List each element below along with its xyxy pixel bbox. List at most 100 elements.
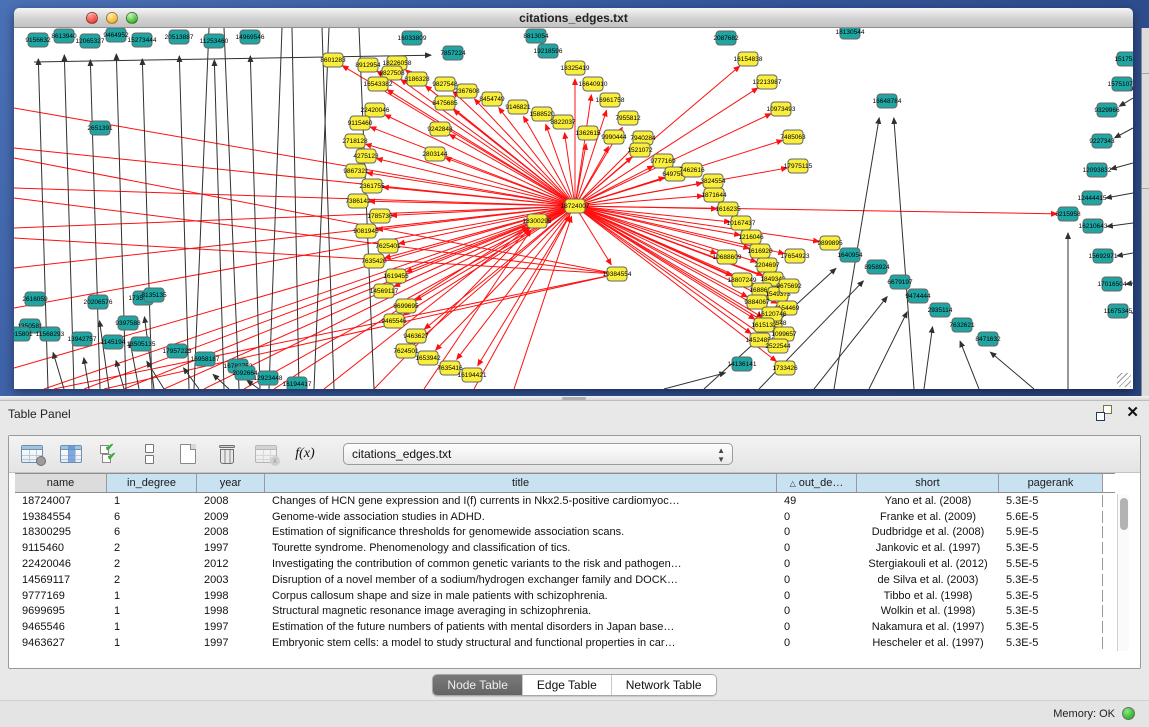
float-panel-icon[interactable] xyxy=(1096,405,1112,421)
table-cell: Tourette syndrome. Phenomenology and cla… xyxy=(265,542,777,554)
table-row[interactable]: 1872400712008Changes of HCN gene express… xyxy=(15,493,1115,509)
citation-edge-black[interactable] xyxy=(1115,128,1133,138)
vertical-scrollbar[interactable] xyxy=(1117,494,1129,651)
citation-edge-black[interactable] xyxy=(250,56,260,389)
citation-edge-black[interactable] xyxy=(1107,223,1133,227)
graph-node-label: 11253460 xyxy=(200,38,229,45)
network-window-titlebar[interactable]: citations_edges.txt xyxy=(14,8,1133,28)
citation-edge-black[interactable] xyxy=(1126,283,1133,284)
graph-node-label: 7955812 xyxy=(615,115,641,122)
citation-network-graph: 9156632861394012065327946495215273444205… xyxy=(14,28,1133,389)
scrollbar-thumb[interactable] xyxy=(1120,498,1128,530)
table-cell: Yano et al. (2008) xyxy=(857,495,999,507)
table-row[interactable]: 2242004622012Investigating the contribut… xyxy=(15,556,1115,572)
table-row[interactable]: 1938455462009Genome-wide association stu… xyxy=(15,509,1115,525)
column-header-out_de[interactable]: △out_de… xyxy=(777,474,857,492)
create-column-button[interactable] xyxy=(175,442,201,466)
row-layout-button[interactable] xyxy=(136,442,162,466)
table-cell: 1 xyxy=(107,605,197,617)
citation-edge-black[interactable] xyxy=(869,312,907,389)
citation-edge-black[interactable] xyxy=(664,373,725,389)
delete-column-button[interactable] xyxy=(214,442,240,466)
citation-edge-black[interactable] xyxy=(184,368,199,389)
graph-node-label: 16120746 xyxy=(758,311,787,318)
citation-edge-black[interactable] xyxy=(224,28,239,389)
tab-edge-table[interactable]: Edge Table xyxy=(523,675,612,695)
table-selector-combo[interactable]: citations_edges.txt ▲▼ xyxy=(343,443,733,465)
citation-edge-red[interactable] xyxy=(575,206,732,276)
tab-node-table[interactable]: Node Table xyxy=(433,675,523,695)
column-header-short[interactable]: short xyxy=(857,474,999,492)
table-row[interactable]: 946362711997Embryonic stem cells: a mode… xyxy=(15,635,1115,651)
citation-edge-red[interactable] xyxy=(575,206,751,334)
graph-node-label: 17957223 xyxy=(163,348,192,355)
citation-edge-black[interactable] xyxy=(1111,163,1133,169)
close-panel-icon[interactable]: ✕ xyxy=(1126,405,1139,421)
column-highlight-icon xyxy=(68,446,75,462)
table-row[interactable]: 1830029562008Estimation of significance … xyxy=(15,525,1115,541)
citation-edge-black[interactable] xyxy=(322,28,334,389)
function-builder-button[interactable]: f(x) xyxy=(292,442,318,466)
graph-node-label: 9777169 xyxy=(650,158,676,165)
window-resize-grip[interactable] xyxy=(1117,373,1131,387)
graph-node-label: 14969546 xyxy=(236,34,265,41)
citation-edge-black[interactable] xyxy=(179,56,189,389)
table-cell: Nakamura et al. (1997) xyxy=(857,621,999,633)
tab-network-table[interactable]: Network Table xyxy=(612,675,716,695)
column-header-year[interactable]: year xyxy=(197,474,265,492)
citation-edge-black[interactable] xyxy=(1119,98,1133,106)
table-cell: 5.5E-5 xyxy=(999,558,1103,570)
network-window-title: citations_edges.txt xyxy=(14,11,1133,25)
table-cell: 1998 xyxy=(197,590,265,602)
network-canvas[interactable]: 9156632861394012065327946495215273444205… xyxy=(14,28,1133,389)
table-row[interactable]: 977716911998Corpus callosum shape and si… xyxy=(15,588,1115,604)
table-cell: 2003 xyxy=(197,574,265,586)
graph-node-label: 9081945 xyxy=(353,228,379,235)
citation-edge-black[interactable] xyxy=(960,341,979,389)
graph-node-label: 1588520 xyxy=(529,111,555,118)
citation-edge-black[interactable] xyxy=(924,327,933,389)
memory-status-label: Memory: OK xyxy=(1053,708,1115,720)
table-cell: 0 xyxy=(777,637,857,649)
citation-edge-black[interactable] xyxy=(990,352,1034,389)
graph-node-label: 3824554 xyxy=(700,178,726,185)
show-columns-button[interactable] xyxy=(58,442,84,466)
citation-edge-red[interactable] xyxy=(425,206,575,329)
table-cell: 5.3E-5 xyxy=(999,574,1103,586)
graph-node-label: 7857224 xyxy=(440,50,466,57)
citation-edge-red[interactable] xyxy=(575,206,1057,214)
table-row[interactable]: 1456911722003Disruption of a novel membe… xyxy=(15,572,1115,588)
table-cell: 1 xyxy=(107,621,197,633)
citation-edge-red[interactable] xyxy=(104,274,617,389)
table-mode-button[interactable] xyxy=(19,442,45,466)
citation-edge-black[interactable] xyxy=(269,28,282,389)
citation-edge-black[interactable] xyxy=(1117,253,1133,256)
citation-edge-red[interactable] xyxy=(575,95,591,206)
citation-edge-black[interactable] xyxy=(292,28,299,389)
table-cell: 22420046 xyxy=(15,558,107,570)
column-header-name[interactable]: name xyxy=(15,474,107,492)
column-header-in_degree[interactable]: in_degree xyxy=(107,474,197,492)
graph-node-label: 1785730 xyxy=(367,213,393,220)
select-columns-button[interactable]: ✔ ✔ xyxy=(97,442,123,466)
citation-edge-black[interactable] xyxy=(894,118,914,389)
citation-edge-black[interactable] xyxy=(213,374,229,389)
citation-edge-red[interactable] xyxy=(14,206,575,228)
graph-node-label: 7940284 xyxy=(630,135,656,142)
table-cell: 9699695 xyxy=(15,605,107,617)
table-cell: Disruption of a novel member of a sodium… xyxy=(265,574,777,586)
table-panel-box: ✔ ✔ x f(x) citations_edges.txt ▲▼ namein… xyxy=(8,435,1141,669)
table-row[interactable]: 946554611997Estimation of the future num… xyxy=(15,619,1115,635)
table-row[interactable]: 911546021997Tourette syndrome. Phenomeno… xyxy=(15,540,1115,556)
column-header-title[interactable]: title xyxy=(265,474,777,492)
table-row[interactable]: 969969511998Structural magnetic resonanc… xyxy=(15,604,1115,620)
citation-edge-black[interactable] xyxy=(1106,193,1133,198)
column-header-pagerank[interactable]: pagerank xyxy=(999,474,1103,492)
splitter-handle-icon[interactable] xyxy=(562,397,586,400)
memory-status-indicator[interactable] xyxy=(1122,707,1135,720)
citation-edge-black[interactable] xyxy=(147,361,164,389)
citation-edge-red[interactable] xyxy=(385,115,575,206)
table-cell: 5.3E-5 xyxy=(999,590,1103,602)
graph-node-label: 13942757 xyxy=(68,336,97,343)
graph-node-label: 7635420 xyxy=(361,258,387,265)
